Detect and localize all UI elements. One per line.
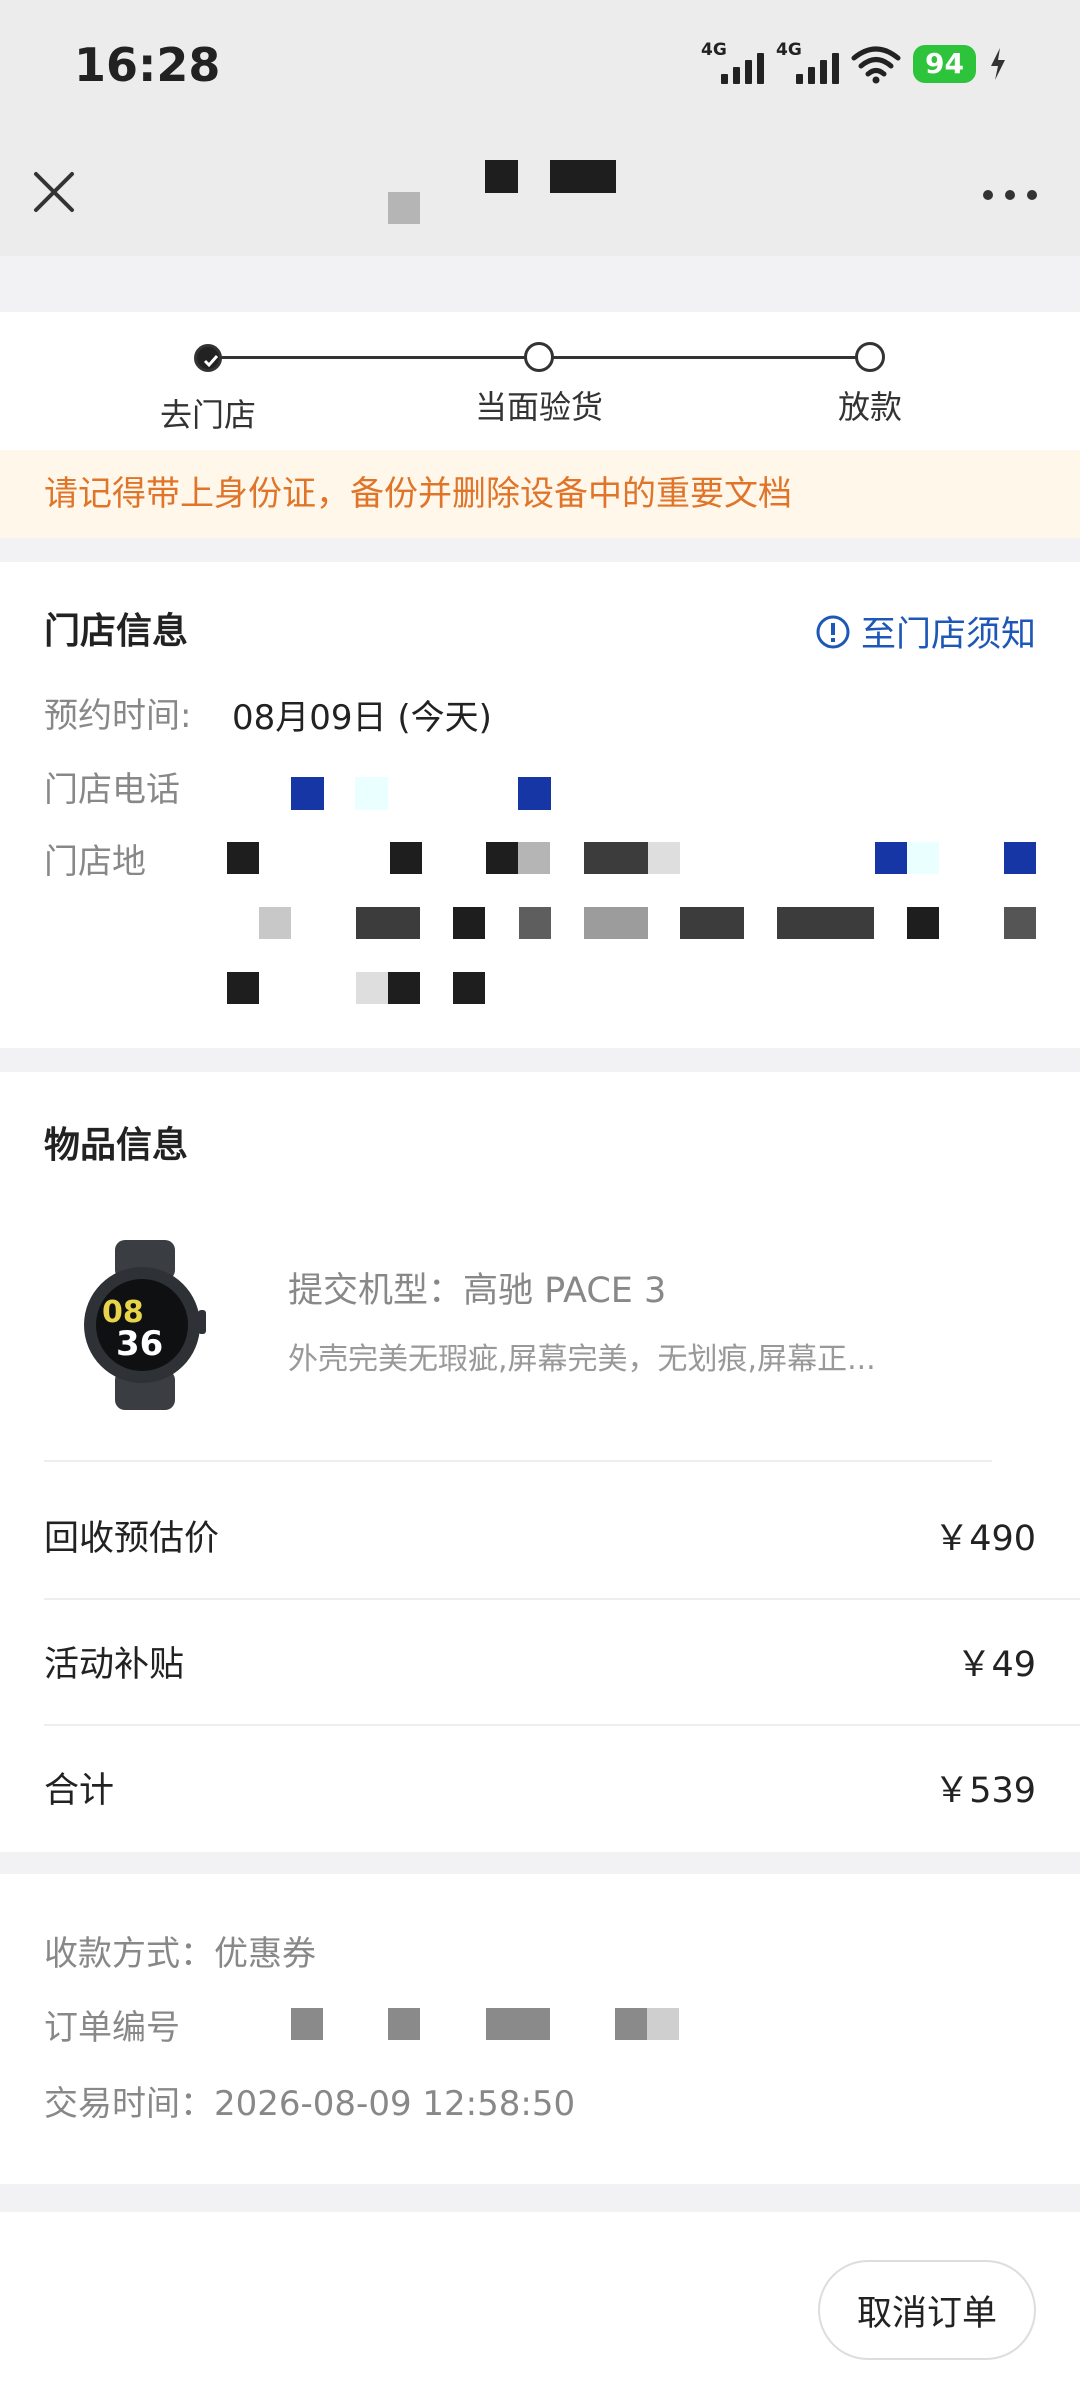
price-label: 回收预估价 — [44, 1518, 220, 1559]
signal-tag: 4G — [776, 40, 802, 60]
redacted-order-no — [615, 2008, 647, 2040]
price-label: 合计 — [44, 1770, 115, 1811]
redacted-order-no — [388, 2008, 420, 2040]
redacted-address — [875, 842, 907, 874]
redacted-address — [259, 907, 291, 939]
redacted-address — [680, 907, 744, 939]
step-pending-icon — [855, 342, 885, 372]
watch-minute: 36 — [116, 1324, 163, 1364]
redacted-address — [453, 972, 485, 1004]
phone-label: 门店电话 — [44, 770, 180, 810]
redacted-address — [356, 972, 388, 1004]
nav-bar — [0, 130, 1080, 256]
bottom-action-bar: 取消订单 — [0, 2212, 1080, 2403]
redacted-phone — [291, 777, 324, 810]
redacted-address — [390, 842, 422, 874]
wifi-icon — [851, 46, 901, 84]
goods-description: 外壳完美无瑕疵,屏幕完美，无划痕,屏幕正... — [288, 1342, 876, 1377]
redacted-address — [486, 842, 518, 874]
subsidy-row: 活动补贴 ￥49 — [44, 1598, 1036, 1724]
signal-icon: 4G — [701, 40, 765, 84]
redacted-address — [777, 907, 874, 939]
store-notice-label: 至门店须知 — [860, 615, 1036, 655]
redacted-order-no — [647, 2008, 679, 2040]
appointment-value: 08月09日 (今天) — [232, 698, 492, 738]
cancel-order-button[interactable]: 取消订单 — [818, 2260, 1036, 2360]
divider — [44, 1460, 992, 1462]
order-progress: 去门店 当面验货 放款 — [0, 312, 1080, 450]
estimate-price-row: 回收预估价 ￥490 — [44, 1472, 1036, 1598]
price-value: ￥490 — [934, 1518, 1036, 1559]
redacted-phone — [518, 777, 551, 810]
step-label: 当面验货 — [474, 388, 604, 426]
redacted-address — [518, 842, 550, 874]
redacted-address — [1004, 907, 1036, 939]
payment-method: 收款方式：优惠券 — [44, 1934, 316, 1974]
redacted-address — [584, 907, 648, 939]
redacted-address — [453, 907, 485, 939]
signal-icon: 4G — [776, 40, 840, 84]
redacted-phone — [355, 777, 388, 810]
signal-tag: 4G — [701, 40, 727, 60]
status-bar: 16:28 4G 4G 94 — [0, 0, 1080, 130]
redacted-address — [356, 907, 420, 939]
total-row: 合计 ￥539 — [44, 1724, 1036, 1850]
redacted-address — [907, 907, 939, 939]
more-icon[interactable] — [980, 180, 1040, 210]
redacted-address — [584, 842, 648, 874]
redacted-address — [388, 972, 420, 1004]
step-done-icon — [194, 344, 222, 372]
redacted-address — [227, 972, 259, 1004]
redacted-address — [1004, 842, 1036, 874]
redacted-title — [485, 160, 518, 193]
watch-image: 08 36 — [84, 1240, 206, 1410]
redacted-title — [550, 160, 616, 193]
trade-time: 交易时间：2026-08-09 12:58:50 — [44, 2084, 576, 2124]
redacted-address — [648, 842, 680, 874]
redacted-order-no — [291, 2008, 323, 2040]
battery-icon: 94 — [913, 45, 976, 83]
redacted-address — [907, 842, 939, 874]
step-label: 去门店 — [159, 396, 257, 434]
price-label: 活动补贴 — [44, 1644, 185, 1685]
price-value: ￥539 — [934, 1770, 1036, 1811]
goods-info-card: 物品信息 08 36 提交机型：高驰 PACE 3 外壳完美无瑕疵,屏幕完美，无… — [0, 1072, 1080, 1852]
redacted-address — [227, 842, 259, 874]
step-pending-icon — [524, 342, 554, 372]
redacted-address — [519, 907, 551, 939]
address-label: 门店地 — [44, 842, 146, 882]
store-notice-link[interactable]: 至门店须知 — [815, 606, 1036, 657]
appointment-label: 预约时间: — [44, 696, 192, 736]
redacted-order-no — [486, 2008, 550, 2040]
payment-info-card: 收款方式：优惠券 订单编号 交易时间：2026-08-09 12:58:50 — [0, 1874, 1080, 2184]
goods-model: 提交机型：高驰 PACE 3 — [288, 1271, 667, 1311]
redacted-title — [388, 192, 420, 224]
status-icons: 4G 4G 94 — [701, 40, 1008, 88]
price-value: ￥49 — [956, 1644, 1036, 1685]
store-info-title: 门店信息 — [44, 611, 189, 652]
store-info-card: 门店信息 至门店须知 预约时间: 08月09日 (今天) 门店电话 门店地 — [0, 562, 1080, 1048]
goods-info-title: 物品信息 — [44, 1125, 189, 1166]
close-icon[interactable] — [30, 168, 78, 216]
order-no-label: 订单编号 — [44, 2008, 180, 2048]
step-label: 放款 — [837, 388, 903, 426]
info-icon — [816, 615, 850, 648]
notice-banner: 请记得带上身份证，备份并删除设备中的重要文档 — [0, 450, 1080, 538]
charging-icon — [991, 48, 1005, 80]
status-time: 16:28 — [74, 38, 221, 92]
